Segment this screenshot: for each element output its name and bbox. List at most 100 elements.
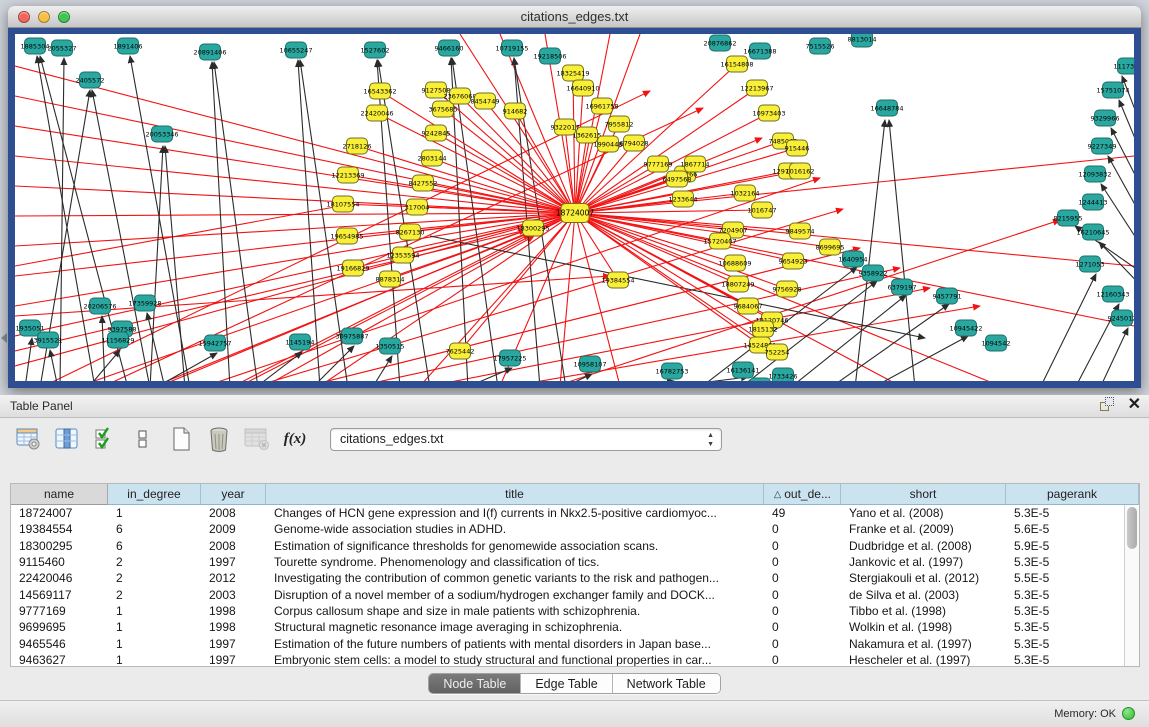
column-header-name[interactable]: name	[11, 484, 108, 505]
table-cell: 22420046	[11, 571, 108, 585]
row-selection-button[interactable]	[90, 424, 120, 454]
graph-edge-black	[830, 304, 949, 381]
graph-node-label: 19654985	[330, 232, 363, 240]
table-cell: Yano et al. (2008)	[841, 506, 1006, 520]
column-header-out-de-[interactable]: △out_de...	[764, 484, 841, 505]
graph-node-label: 18807249	[721, 280, 754, 288]
tab-node-table[interactable]: Node Table	[429, 674, 521, 693]
column-header-in-degree[interactable]: in_degree	[108, 484, 201, 505]
table-selector[interactable]: citations_edges.txt ▲▼	[330, 428, 722, 451]
graph-node-label: 6497568	[663, 175, 692, 183]
graph-node-label: 8454749	[471, 97, 500, 105]
table-mode-button[interactable]	[14, 424, 44, 454]
function-builder-button[interactable]: f(x)	[280, 424, 310, 454]
vertical-scrollbar[interactable]	[1124, 505, 1139, 666]
graph-node-label: 16136141	[726, 366, 759, 374]
graph-edge-red	[15, 213, 575, 246]
graph-node-label: 9849574	[786, 227, 815, 235]
table-row[interactable]: 977716911998Corpus callosum shape and si…	[11, 603, 1124, 619]
graph-node-label: 18107554	[326, 200, 359, 208]
table-row[interactable]: 911546021997Tourette syndrome. Phenomeno…	[11, 554, 1124, 570]
network-canvas[interactable]: 1654336222420046271812612213369181075541…	[15, 34, 1134, 381]
table-cell: 1	[108, 637, 201, 651]
table-row[interactable]: 946554611997Estimation of the future num…	[11, 635, 1124, 651]
table-cell: 5.3E-5	[1006, 588, 1124, 602]
graph-node-label: 1117304	[1114, 62, 1134, 70]
memory-status-dot	[1122, 707, 1135, 720]
table-cell: 18724007	[11, 506, 108, 520]
table-cell: 1997	[201, 637, 266, 651]
table-cell: 5.9E-5	[1006, 539, 1124, 553]
panel-collapse-arrow-icon[interactable]	[1, 333, 7, 343]
graph-edge-black	[1100, 328, 1128, 381]
delete-column-button[interactable]	[204, 424, 234, 454]
graph-edge-black	[1108, 156, 1134, 230]
graph-node-label: 20206576	[83, 302, 116, 310]
table-row[interactable]: 969969511998Structural magnetic resonanc…	[11, 619, 1124, 635]
sort-ascending-icon: △	[774, 486, 781, 502]
table-cell: 2003	[201, 588, 266, 602]
memory-status-label: Memory: OK	[1054, 708, 1116, 720]
column-visibility-button[interactable]	[52, 424, 82, 454]
graph-node-label: 12093832	[1078, 170, 1111, 178]
graph-node-label: 8215955	[1054, 214, 1083, 222]
column-header-pagerank[interactable]: pagerank	[1006, 484, 1139, 505]
network-window-titlebar[interactable]: citations_edges.txt	[8, 6, 1141, 28]
delete-table-button[interactable]	[242, 424, 272, 454]
table-row[interactable]: 1456911722003Disruption of a novel membe…	[11, 586, 1124, 602]
table-cell: Disruption of a novel member of a sodium…	[266, 588, 764, 602]
function-icon: f(x)	[284, 431, 307, 448]
graph-node-label: 6794028	[620, 139, 649, 147]
table-cell: 14569117	[11, 588, 108, 602]
graph-node-label: 12353594	[386, 251, 419, 259]
table-cell: Dudbridge et al. (2008)	[841, 539, 1006, 553]
rows-button[interactable]	[128, 424, 158, 454]
table-row[interactable]: 946362711997Embryonic stem cells: a mode…	[11, 652, 1124, 666]
column-header-year[interactable]: year	[201, 484, 266, 505]
graph-node-label: 8878314	[376, 275, 405, 283]
table-cell: 5.3E-5	[1006, 653, 1124, 666]
graph-node-label: 1935051	[16, 324, 45, 332]
graph-node-label: 16671388	[743, 47, 776, 55]
tab-edge-table[interactable]: Edge Table	[521, 674, 612, 693]
graph-node-label: 1016162	[786, 167, 815, 175]
graph-node-label: 6379197	[888, 283, 917, 291]
table-cell: 2008	[201, 506, 266, 520]
tab-network-table[interactable]: Network Table	[613, 674, 720, 693]
node-table: namein_degreeyeartitle△out_de...shortpag…	[10, 483, 1140, 667]
table-cell: Franke et al. (2009)	[841, 522, 1006, 536]
graph-node-label: 1233644	[669, 195, 698, 203]
table-row[interactable]: 1938455462009Genome-wide association stu…	[11, 521, 1124, 537]
graph-node-label: 2718126	[343, 142, 372, 150]
graph-node-label: 18325419	[556, 69, 589, 77]
table-cell: Estimation of the future numbers of pati…	[266, 637, 764, 651]
table-row[interactable]: 2242004622012Investigating the contribut…	[11, 570, 1124, 586]
graph-node[interactable]	[750, 378, 771, 381]
graph-edge-black	[25, 338, 32, 381]
graph-node-label: 7515526	[806, 42, 835, 50]
graph-edge-red	[380, 91, 575, 213]
graph-node-label: 16154808	[720, 60, 753, 68]
graph-node-label: 1271053	[1076, 260, 1105, 268]
citation-network-graph[interactable]: 1654336222420046271812612213369181075541…	[15, 34, 1134, 381]
table-cell: 0	[764, 653, 841, 666]
column-header-short[interactable]: short	[841, 484, 1006, 505]
graph-node-label: 10719155	[495, 44, 528, 52]
table-cell: 1997	[201, 653, 266, 666]
table-cell: 1998	[201, 620, 266, 634]
graph-edge-red	[15, 213, 575, 336]
graph-node-label: 2405572	[76, 76, 105, 84]
close-panel-icon[interactable]: ✕	[1128, 397, 1141, 413]
scrollbar-thumb[interactable]	[1127, 507, 1137, 549]
graph-node-label: 15720407	[703, 237, 736, 245]
graph-node-label: 8427552	[409, 179, 438, 187]
column-header-title[interactable]: title	[266, 484, 764, 505]
float-panel-icon[interactable]	[1100, 397, 1116, 413]
table-row[interactable]: 1872400712008Changes of HCN gene express…	[11, 505, 1124, 521]
create-column-button[interactable]	[166, 424, 196, 454]
table-cell: 9463627	[11, 653, 108, 666]
graph-node-label: 16640910	[566, 84, 599, 92]
graph-node-label: 16543362	[363, 87, 396, 95]
table-toolbar: f(x) citations_edges.txt ▲▼	[0, 418, 1149, 460]
table-row[interactable]: 1830029562008Estimation of significance …	[11, 538, 1124, 554]
